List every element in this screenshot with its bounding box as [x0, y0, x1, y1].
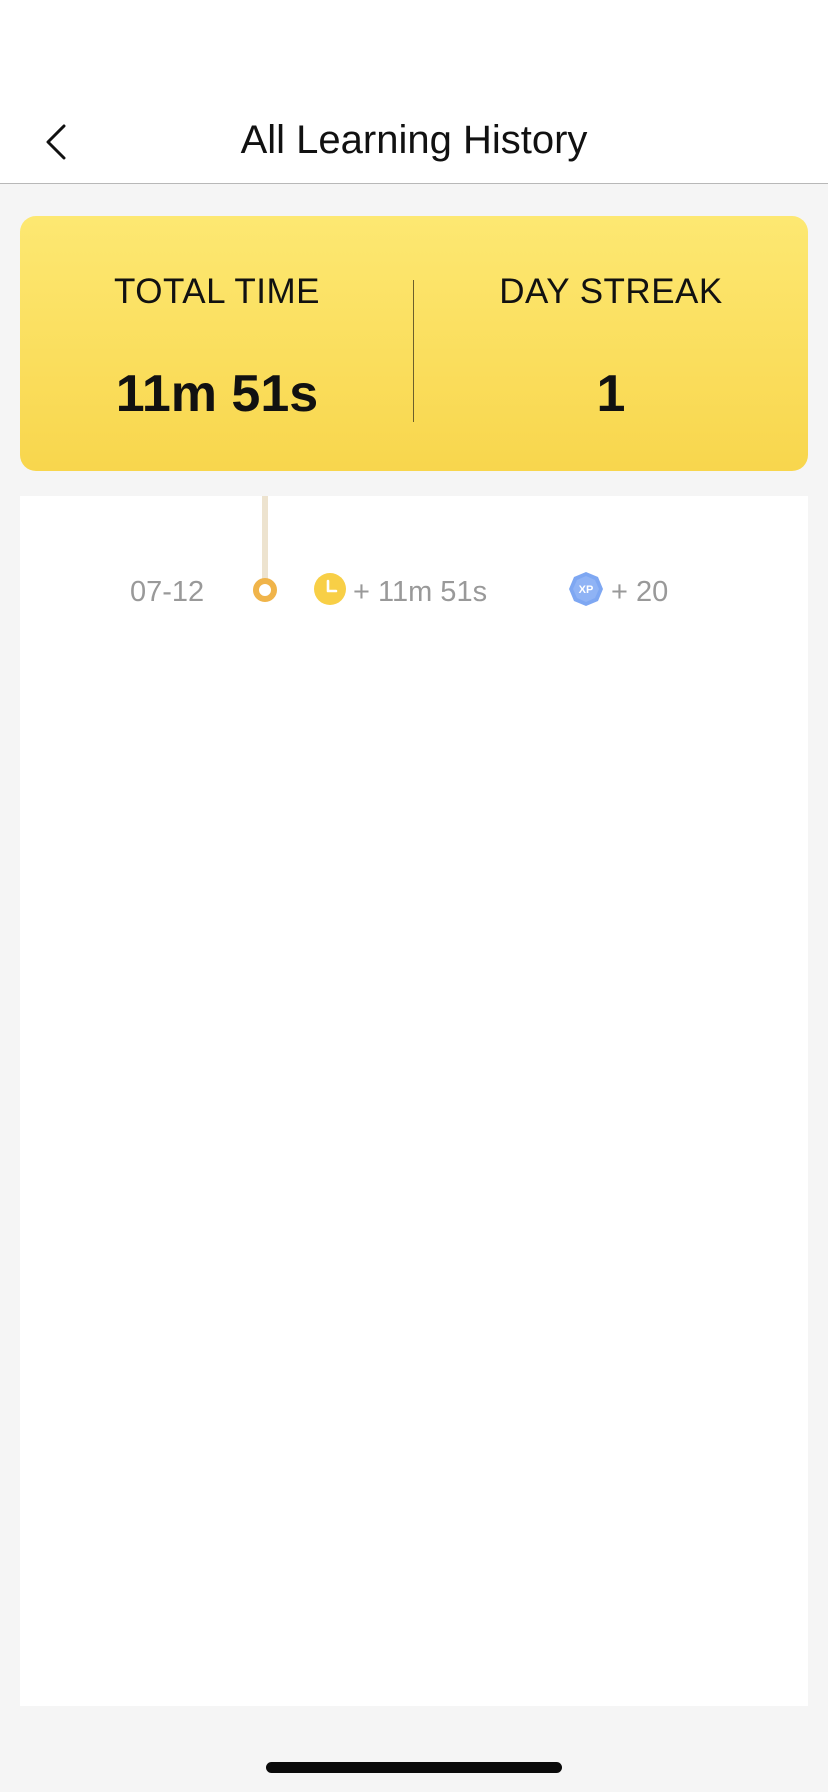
timeline-dot [253, 578, 277, 602]
history-item-time-gain: + 11m 51s [353, 576, 488, 608]
total-time-value: 11m 51s [115, 365, 319, 423]
history-item-date: 07-12 [130, 576, 205, 608]
history-item-xp-gain: + 20 [611, 576, 669, 608]
home-indicator [266, 1762, 562, 1773]
clock-icon [314, 573, 346, 605]
status-bar [0, 0, 828, 92]
navigation-bar: All Learning History [0, 92, 828, 184]
day-streak-value: 1 [596, 365, 626, 423]
total-time-label: TOTAL TIME [114, 272, 320, 311]
history-list: 07-12 + 11m 51s XP + 20 [20, 496, 808, 1706]
page-title: All Learning History [240, 118, 588, 162]
day-streak-label: DAY STREAK [499, 272, 723, 311]
total-time-stat: TOTAL TIME 11m 51s [20, 216, 414, 471]
xp-badge-label: XP [579, 584, 594, 596]
summary-card: TOTAL TIME 11m 51s DAY STREAK 1 [20, 216, 808, 471]
history-item[interactable]: 07-12 + 11m 51s XP + 20 [20, 566, 808, 618]
day-streak-stat: DAY STREAK 1 [414, 216, 808, 471]
xp-badge-icon: XP [569, 572, 603, 606]
